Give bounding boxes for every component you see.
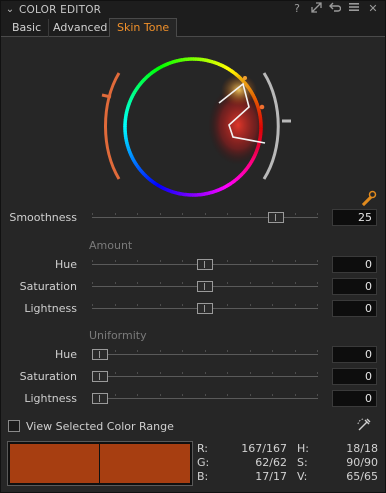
tab-skin-tone[interactable]: Skin Tone	[109, 18, 178, 38]
amount-saturation-value-field[interactable]: 0	[332, 278, 377, 295]
readout-v-value: 65/65	[346, 470, 378, 483]
readout-r-value: 167/167	[241, 442, 287, 455]
uniformity-saturation-label: Saturation	[19, 370, 77, 383]
smoothness-slider-knob[interactable]	[268, 212, 285, 223]
collapse-chevron-icon[interactable]: ⌄	[1, 4, 19, 15]
skin-tone-color-wheel[interactable]	[1, 37, 385, 205]
uniformity-hue-slider-knob[interactable]	[92, 349, 108, 360]
reset-icon[interactable]	[329, 2, 342, 16]
uniformity-hue-row: Hue 0	[1, 346, 385, 364]
color-readout: R: 167/167 G: 62/62 B: 17/17 H: 18/18 S:…	[197, 442, 379, 486]
tab-advanced[interactable]: Advanced	[46, 19, 116, 37]
readout-b-label: B:	[197, 470, 209, 483]
readout-s-label: S:	[297, 456, 308, 469]
view-selected-range-checkbox[interactable]	[8, 420, 20, 432]
uniformity-hue-label: Hue	[54, 348, 77, 361]
uniformity-saturation-row: Saturation 0	[1, 368, 385, 386]
amount-lightness-slider-knob[interactable]	[197, 303, 213, 314]
amount-saturation-row: Saturation 0	[1, 278, 385, 296]
amount-lightness-value-field[interactable]: 0	[332, 300, 377, 317]
slider-ticks	[92, 350, 318, 360]
uniformity-saturation-value-field[interactable]: 0	[332, 368, 377, 385]
uniformity-hue-value-field[interactable]: 0	[332, 346, 377, 363]
uniformity-saturation-slider-knob[interactable]	[92, 371, 108, 382]
uniformity-lightness-row: Lightness 0	[1, 390, 385, 408]
hue-marker-top[interactable]	[243, 76, 247, 80]
help-icon[interactable]: ?	[291, 2, 303, 16]
amount-lightness-label: Lightness	[24, 302, 77, 315]
view-selected-range-label: View Selected Color Range	[26, 419, 174, 433]
uniformity-lightness-slider-knob[interactable]	[92, 393, 108, 404]
slider-ticks	[92, 372, 318, 382]
readout-h-label: H:	[297, 442, 309, 455]
panel-title: COLOR EDITOR	[19, 3, 102, 16]
smoothness-label: Smoothness	[9, 211, 77, 224]
hue-range-left-tick	[101, 93, 112, 99]
readout-b-value: 17/17	[255, 470, 287, 483]
tab-basic[interactable]: Basic	[5, 19, 50, 37]
original-color-swatch	[10, 444, 99, 483]
readout-g-value: 62/62	[255, 456, 287, 469]
amount-section-title: Amount	[89, 239, 133, 252]
amount-saturation-slider-knob[interactable]	[197, 281, 213, 292]
panel-titlebar: ⌄ COLOR EDITOR ? ✕	[1, 1, 385, 18]
amount-saturation-label: Saturation	[19, 280, 77, 293]
uniformity-lightness-label: Lightness	[24, 392, 77, 405]
eyedropper-icon[interactable]	[361, 190, 377, 206]
amount-hue-row: Hue 0	[1, 256, 385, 274]
menu-icon[interactable]	[348, 2, 360, 16]
amount-hue-slider-knob[interactable]	[197, 259, 213, 270]
slider-ticks	[92, 394, 318, 404]
amount-lightness-row: Lightness 0	[1, 300, 385, 318]
amount-hue-label: Hue	[54, 258, 77, 271]
view-selected-range-option[interactable]: View Selected Color Range	[8, 418, 174, 434]
uniformity-section-title: Uniformity	[89, 329, 147, 342]
smoothness-value-field[interactable]: 25	[332, 209, 377, 226]
panel-toolbar: ? ✕	[291, 2, 379, 16]
readout-g-label: G:	[197, 456, 210, 469]
color-editor-panel: ⌄ COLOR EDITOR ? ✕ Basic Advanced Skin T…	[0, 0, 386, 493]
expand-icon[interactable]	[310, 2, 322, 16]
color-swatch-pair	[7, 441, 193, 486]
pick-color-range-icon[interactable]	[356, 417, 372, 433]
readout-v-label: V:	[297, 470, 308, 483]
smoothness-row: Smoothness 25	[1, 209, 385, 227]
amount-hue-value-field[interactable]: 0	[332, 256, 377, 273]
hue-marker-right[interactable]	[259, 104, 265, 110]
readout-s-value: 90/90	[346, 456, 378, 469]
readout-r-label: R:	[197, 442, 209, 455]
tab-bar: Basic Advanced Skin Tone	[1, 18, 385, 38]
skin-range-highlight	[221, 74, 257, 106]
close-icon[interactable]: ✕	[367, 2, 379, 16]
adjusted-color-swatch	[100, 444, 190, 483]
uniformity-lightness-value-field[interactable]: 0	[332, 390, 377, 407]
readout-h-value: 18/18	[346, 442, 378, 455]
